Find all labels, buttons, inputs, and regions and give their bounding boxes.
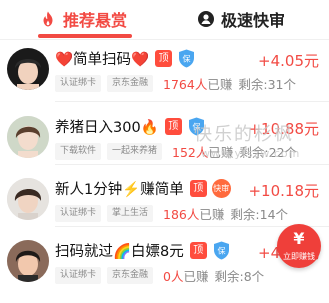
task-title: 扫码就过🌈白嫖8元 顶 保 <box>55 240 230 261</box>
list-item[interactable]: ❤️简单扫码❤️ 顶 保 +4.05元 认证绑卡 京东金融 1764人 已赚 剩… <box>0 40 329 106</box>
task-type-tag: 认证绑卡 <box>55 205 102 222</box>
task-title: 新人1分钟⚡️赚简单 顶 快审 <box>55 178 231 199</box>
earned-count: 186人 <box>163 207 200 222</box>
earn-now-label: 立即赚钱 <box>283 252 315 261</box>
platform-tag: 京东金融 <box>107 75 154 92</box>
task-title: 养猪日入300🔥 顶 保 <box>55 116 205 137</box>
platform-tag: 一起来养猪 <box>107 143 163 160</box>
task-meta: 认证绑卡 掌上生活 186人 已赚 剩余:14个 <box>55 204 288 223</box>
divider <box>55 164 329 165</box>
remaining-count: 剩余:14个 <box>230 207 289 222</box>
avatar <box>7 240 49 282</box>
fast-review-badge: 快审 <box>211 179 231 198</box>
divider <box>55 101 329 102</box>
flame-icon <box>40 11 56 27</box>
shield-icon: 保 <box>188 117 205 136</box>
reward-price: +10.88元 <box>248 120 319 138</box>
tab-fast-review[interactable]: 极速快审 <box>198 5 285 33</box>
task-meta: 认证绑卡 京东金融 1764人 已赚 剩余:31个 <box>55 74 296 93</box>
yuan-icon: ¥ <box>293 229 305 248</box>
pinned-badge: 顶 <box>189 180 207 197</box>
guarantee-badge-text: 保 <box>183 54 191 64</box>
reward-price: +10.18元 <box>248 182 319 200</box>
task-type-tag: 认证绑卡 <box>55 75 102 92</box>
tab-label: 推荐悬赏 <box>63 11 128 30</box>
tab-label: 极速快审 <box>221 11 286 30</box>
pinned-badge: 顶 <box>164 118 182 135</box>
platform-tag: 掌上生活 <box>107 205 154 222</box>
earned-label: 已赚 <box>199 207 225 222</box>
pinned-badge: 顶 <box>155 50 173 67</box>
avatar <box>7 178 49 220</box>
task-title-text: ❤️简单扫码❤️ <box>55 52 150 68</box>
earned-count: 0人 <box>163 269 184 284</box>
active-tab-indicator <box>38 34 132 38</box>
tab-bar: 推荐悬赏 极速快审 <box>0 0 329 40</box>
guarantee-badge-text: 保 <box>217 246 225 256</box>
task-title-text: 养猪日入300🔥 <box>55 120 159 136</box>
platform-tag: 京东金融 <box>107 267 154 284</box>
earned-label: 已赚 <box>183 269 209 284</box>
tab-recommended-rewards[interactable]: 推荐悬赏 <box>40 5 127 33</box>
avatar <box>7 116 49 158</box>
task-title: ❤️简单扫码❤️ 顶 保 <box>55 48 195 69</box>
task-title-text: 新人1分钟⚡️赚简单 <box>55 182 184 198</box>
task-meta: 下载软件 一起来养猪 152人 已赚 剩余:22个 <box>55 142 297 161</box>
avatar <box>7 48 49 90</box>
guarantee-badge-text: 保 <box>192 122 200 132</box>
earned-count: 152人 <box>172 145 209 160</box>
reward-price: +4.05元 <box>258 52 319 70</box>
task-meta: 认证绑卡 京东金融 0人 已赚 剩余:8个 <box>55 266 264 285</box>
shield-icon: 保 <box>213 241 230 260</box>
shield-icon: 保 <box>178 49 195 68</box>
task-type-tag: 下载软件 <box>55 143 102 160</box>
earned-count: 1764人 <box>163 77 208 92</box>
person-icon <box>198 11 214 27</box>
task-title-text: 扫码就过🌈白嫖8元 <box>55 244 184 260</box>
remaining-count: 剩余:31个 <box>238 77 296 92</box>
earn-now-button[interactable]: ¥ 立即赚钱 <box>277 224 321 268</box>
remaining-count: 剩余:22个 <box>239 145 298 160</box>
remaining-count: 剩余:8个 <box>214 269 265 284</box>
task-type-tag: 认证绑卡 <box>55 267 102 284</box>
pinned-badge: 顶 <box>189 242 207 259</box>
earned-label: 已赚 <box>208 145 234 160</box>
earned-label: 已赚 <box>207 77 233 92</box>
